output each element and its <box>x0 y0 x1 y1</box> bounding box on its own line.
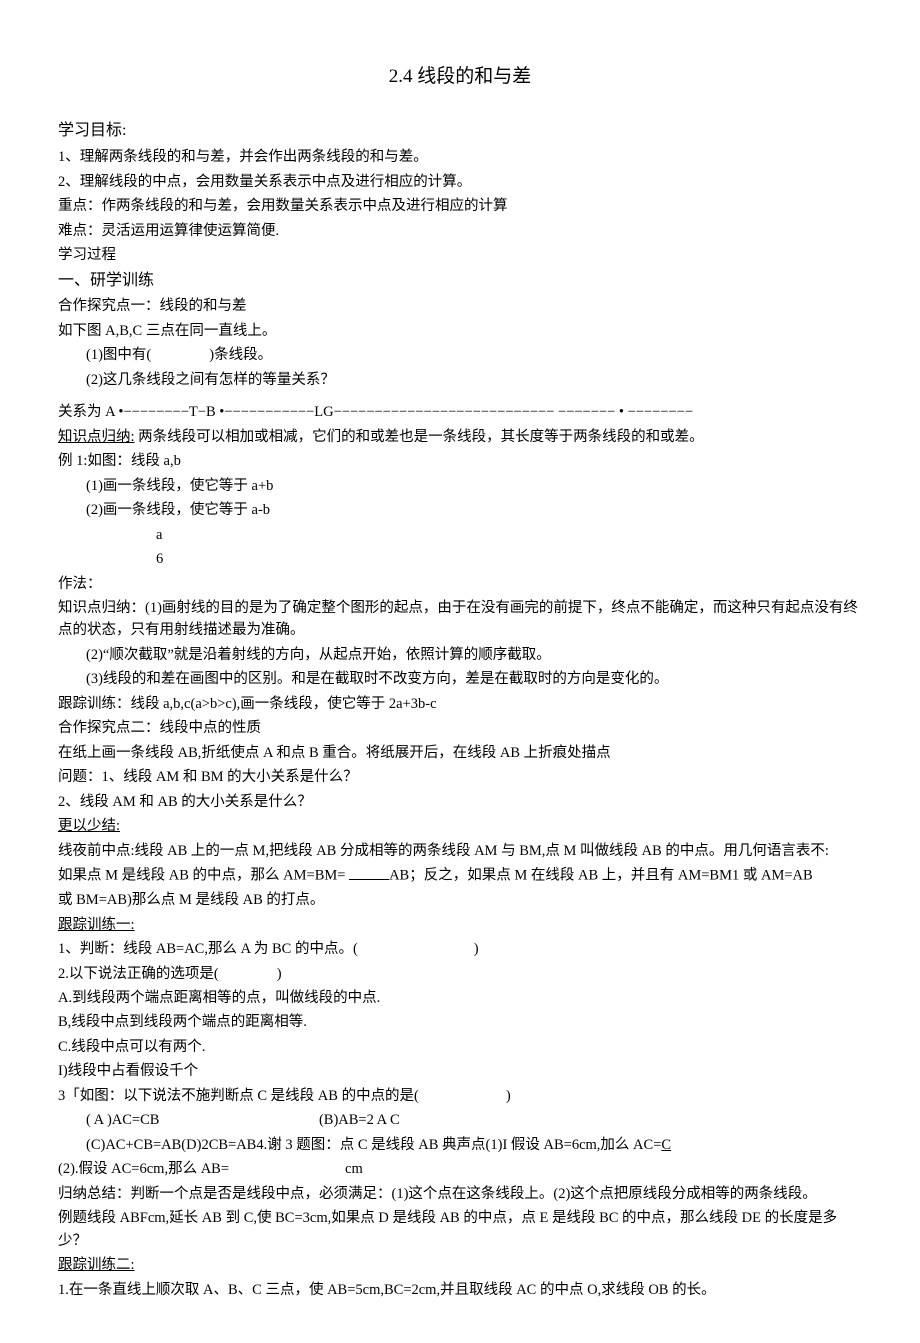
q3-cd-underline: C <box>661 1137 671 1153</box>
midpoint-notation-2: 或 BM=AB)那么点 M 是线段 AB 的打点。 <box>58 889 862 911</box>
segment-a-label: a <box>58 524 862 546</box>
example-1-part-2: (2)画一条线段，使它等于 a-b <box>58 499 862 521</box>
midpoint-text-a: 如果点 M 是线段 AB 的中点，那么 AM=BM= <box>58 868 349 884</box>
goal-item-2: 2、理解线段的中点，会用数量关系表示中点及进行相应的计算。 <box>58 171 862 193</box>
tracking-practice-2-heading: 跟踪训练二: <box>58 1254 862 1276</box>
knowledge-text: 两条线段可以相加或相减，它们的和或差也是一条线段，其长度等于两条线段的和或差。 <box>135 429 704 445</box>
practice-1-q1: 1、判断：线段 AB=AC,那么 A 为 BC 的中点。( ) <box>58 938 862 960</box>
practice-1-q3-options-ab: ( A )AC=CB (B)AB=2 A C <box>58 1109 862 1131</box>
page-title: 2.4 线段的和与差 <box>58 62 862 91</box>
fold-instruction: 在纸上画一条线段 AB,折纸使点 A 和点 B 重合。将纸展开后，在线段 AB … <box>58 742 862 764</box>
fill-blank <box>349 864 389 880</box>
midpoint-notation: 如果点 M 是线段 AB 的中点，那么 AM=BM= AB；反之，如果点 M 在… <box>58 864 862 887</box>
example-1-part-1: (1)画一条线段，使它等于 a+b <box>58 475 862 497</box>
practice-1-q2-option-c: C.线段中点可以有两个. <box>58 1036 862 1058</box>
difficult-point: 难点：灵活运用运算律使运算简便. <box>58 220 862 242</box>
coop-point-1: 合作探究点一：线段的和与差 <box>58 295 862 317</box>
midpoint-text-b: AB；反之，如果点 M 在线段 AB 上，并且有 AM=BM1 或 AM=AB <box>389 868 813 884</box>
section-1-heading: 一、研学训练 <box>58 269 862 294</box>
example-question: 例题线段 ABFcm,延长 AB 到 C,使 BC=3cm,如果点 D 是线段 … <box>58 1207 862 1252</box>
practice-1-q2-option-d: I)线段中占看假设千个 <box>58 1060 862 1082</box>
practice-1-q3-options-cd: (C)AC+CB=AB(D)2CB=AB4.谢 3 题图：点 C 是线段 AB … <box>58 1134 862 1156</box>
question-2: (2)这几条线段之间有怎样的等量关系？ <box>58 369 862 391</box>
practice-1-q4: (2).假设 AC=6cm,那么 AB= cm <box>58 1158 862 1180</box>
summary-heading: 更以少结: <box>58 815 862 837</box>
midpoint-definition: 线夜前中点:线段 AB 上的一点 M,把线段 AB 分成相等的两条线段 AM 与… <box>58 840 862 862</box>
goal-item-1: 1、理解两条线段的和与差，并会作出两条线段的和与差。 <box>58 146 862 168</box>
example-1: 例 1:如图：线段 a,b <box>58 450 862 472</box>
question-1: (1)图中有( )条线段。 <box>58 344 862 366</box>
problem-question-1: 问题：1、线段 AM 和 BM 的大小关系是什么？ <box>58 766 862 788</box>
practice-1-q2: 2.以下说法正确的选项是( ) <box>58 963 862 985</box>
heading-goals: 学习目标: <box>58 119 862 144</box>
key-point: 重点：作两条线段的和与差，会用数量关系表示中点及进行相应的计算 <box>58 195 862 217</box>
q3-cd-text: (C)AC+CB=AB(D)2CB=AB4.谢 3 题图：点 C 是线段 AB … <box>86 1137 661 1153</box>
method-heading: 作法： <box>58 573 862 595</box>
tracking-practice: 跟踪训练：线段 a,b,c(a>b>c),画一条线段，使它等于 2a+3b-c <box>58 693 862 715</box>
problem-question-2: 2、线段 AM 和 AB 的大小关系是什么？ <box>58 791 862 813</box>
relation-line: 关系为 A •−−−−−−−−T−B •−−−−−−−−−−−LG−−−−−−−… <box>58 401 862 423</box>
knowledge-summary-2-item-2: (2)“顺次截取”就是沿着射线的方向，从起点开始，依照计算的顺序截取。 <box>58 644 862 666</box>
conclusion-summary: 归纳总结：判断一个点是否是线段中点，必须满足：(1)这个点在这条线段上。(2)这… <box>58 1183 862 1205</box>
segment-b-label: 6 <box>58 548 862 570</box>
practice-1-q2-option-b: B,线段中点到线段两个端点的距离相等. <box>58 1011 862 1033</box>
knowledge-summary-2-item-3: (3)线段的和差在画图中的区别。和是在截取时不改变方向，差是在截取时的方向是变化… <box>58 668 862 690</box>
practice-2-q1: 1.在一条直线上顺次取 A、B、C 三点，使 AB=5cm,BC=2cm,并且取… <box>58 1279 862 1301</box>
practice-1-q2-option-a: A.到线段两个端点距离相等的点，叫做线段的中点. <box>58 987 862 1009</box>
figure-intro: 如下图 A,B,C 三点在同一直线上。 <box>58 320 862 342</box>
heading-process: 学习过程 <box>58 244 862 266</box>
knowledge-summary-1: 知识点归纳: 两条线段可以相加或相减，它们的和或差也是一条线段，其长度等于两条线… <box>58 426 862 448</box>
practice-1-q3: 3「如图：以下说法不施判断点 C 是线段 AB 的中点的是( ) <box>58 1085 862 1107</box>
coop-point-2: 合作探究点二：线段中点的性质 <box>58 717 862 739</box>
tracking-practice-1-heading: 跟踪训练一: <box>58 914 862 936</box>
knowledge-label: 知识点归纳: <box>58 429 135 445</box>
knowledge-summary-2: 知识点归纳：(1)画射线的目的是为了确定整个图形的起点，由于在没有画完的前提下，… <box>58 597 862 642</box>
